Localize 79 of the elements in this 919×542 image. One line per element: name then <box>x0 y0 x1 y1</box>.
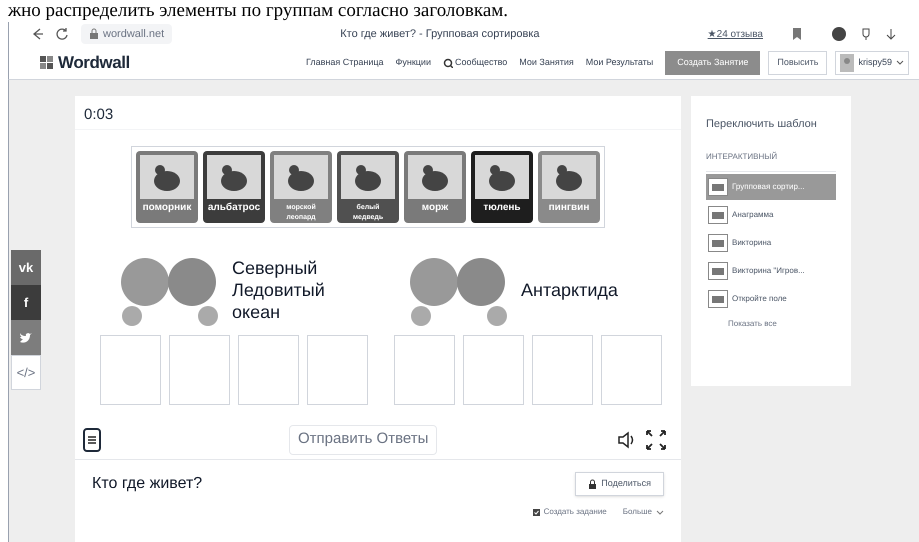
card-label: тюлень <box>483 203 521 213</box>
group-title: Северный Ледовитый океан <box>232 257 326 323</box>
timer: 0:03 <box>75 96 681 130</box>
lock-icon <box>89 28 99 40</box>
template-icon <box>708 290 728 308</box>
download-icon <box>885 27 897 41</box>
twitter-share-button[interactable] <box>11 320 41 355</box>
avatar-icon <box>840 54 854 72</box>
speaker-icon <box>617 430 635 450</box>
animal-photo <box>207 155 261 199</box>
card-label: поморник <box>142 203 192 213</box>
word-card[interactable]: альбатрос <box>203 151 265 223</box>
extension-icon <box>831 26 847 42</box>
drop-slot[interactable] <box>532 335 593 405</box>
card-label: альбатрос <box>208 203 260 213</box>
drop-slot[interactable] <box>463 335 524 405</box>
animal-photo <box>274 155 328 199</box>
drop-slot[interactable] <box>601 335 662 405</box>
card-label: морж <box>422 203 448 213</box>
page-title: Кто где живет? - Групповая сортировка <box>339 26 541 42</box>
share-button[interactable]: Поделиться <box>575 472 664 496</box>
word-card[interactable]: поморник <box>136 151 198 223</box>
submit-answers-button[interactable]: Отправить Ответы <box>289 424 438 454</box>
animal-photo <box>341 155 395 199</box>
drop-slot[interactable] <box>169 335 230 405</box>
logo-icon <box>39 55 54 70</box>
reload-icon <box>55 27 69 41</box>
nav-link[interactable]: Мои Результаты <box>586 56 654 70</box>
template-item[interactable]: Откройте поле <box>706 286 836 312</box>
template-item[interactable]: Анаграмма <box>706 202 836 228</box>
vk-share-button[interactable]: vk <box>11 250 41 285</box>
address-bar[interactable]: wordwall.net <box>81 24 172 44</box>
logo-text[interactable]: Wordwall <box>58 50 130 76</box>
template-icon <box>708 262 728 280</box>
bird-icon <box>19 332 33 344</box>
drop-slot[interactable] <box>100 335 161 405</box>
menu-icon <box>87 434 97 444</box>
nav-link[interactable]: Главная Страница <box>306 56 384 70</box>
document-text: жно распределить элементы по группам согласно заголовкам. <box>8 0 510 22</box>
drop-slot[interactable] <box>394 335 455 405</box>
template-item[interactable]: Викторина <box>706 230 836 256</box>
back-icon <box>31 27 43 41</box>
word-card[interactable]: морж <box>404 151 466 223</box>
checkbox-icon <box>532 508 540 516</box>
more-dropdown[interactable]: Больше <box>622 506 664 518</box>
show-all-link[interactable]: Показать все <box>728 318 836 330</box>
user-menu[interactable]: krispy59 <box>835 50 909 74</box>
section-heading: ИНТЕРАКТИВНЫЙ <box>706 150 836 172</box>
animal-photo <box>408 155 462 199</box>
url-text: wordwall.net <box>103 26 164 42</box>
menu-button[interactable] <box>83 428 101 452</box>
animal-photo <box>475 155 529 199</box>
animal-photo <box>140 155 194 199</box>
word-card[interactable]: тюлень <box>471 151 533 223</box>
chevron-down-icon <box>896 60 904 65</box>
nav-link[interactable]: Сообщество <box>442 56 508 70</box>
template-icon <box>708 178 728 196</box>
panel-title: Переключить шаблон <box>706 117 818 132</box>
fullscreen-icon <box>645 428 667 450</box>
animal-photo <box>542 155 596 199</box>
drop-slot[interactable] <box>307 335 368 405</box>
template-icon <box>708 206 728 224</box>
activity-title: Кто где живет? <box>92 474 202 494</box>
nav-link[interactable]: Мои Занятия <box>519 56 574 70</box>
template-icon <box>708 234 728 252</box>
card-label: пингвин <box>548 203 590 213</box>
bookmark-icon <box>791 27 803 41</box>
drop-slot[interactable] <box>238 335 299 405</box>
facebook-share-button[interactable]: f <box>11 285 41 320</box>
template-item[interactable]: Викторина "Игров... <box>706 258 836 284</box>
lock-icon <box>588 479 598 489</box>
chevron-down-icon <box>656 510 664 514</box>
group-title: Антарктида <box>521 279 619 301</box>
embed-share-button[interactable]: </> <box>11 355 41 390</box>
search-icon <box>442 58 453 68</box>
reviews-link[interactable]: ★24 отзыва <box>708 26 763 42</box>
create-task-link[interactable]: Создать задание <box>532 506 607 518</box>
nav-link[interactable]: Функции <box>396 56 431 70</box>
upgrade-button[interactable]: Повысить <box>768 50 828 74</box>
